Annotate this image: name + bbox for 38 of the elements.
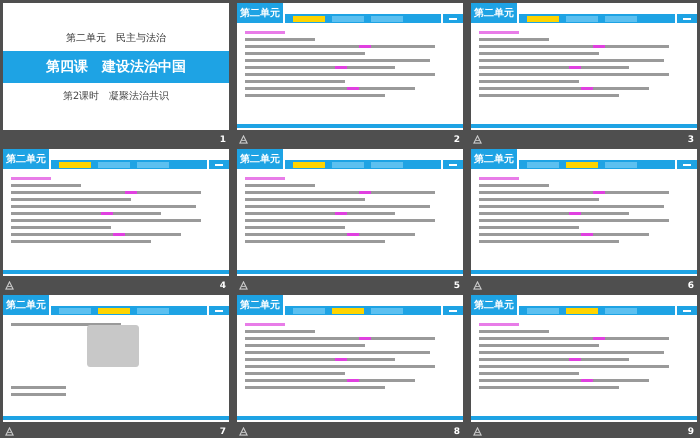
- slide-number: 5: [454, 280, 460, 290]
- slide-thumbnail[interactable]: 第二单元: [237, 295, 463, 422]
- dash-icon: [683, 18, 691, 20]
- dash-icon: [683, 164, 691, 166]
- dash-icon: [215, 164, 223, 166]
- unit-tab: 第二单元: [471, 3, 517, 23]
- slide-number: 2: [454, 134, 460, 144]
- slide-thumbnail[interactable]: 第二单元: [471, 149, 697, 276]
- slide-number: 7: [220, 426, 226, 436]
- slide-number: 6: [688, 280, 694, 290]
- dash-icon: [449, 310, 457, 312]
- dash-icon: [683, 310, 691, 312]
- illustration-placeholder: [87, 325, 139, 367]
- dash-icon: [449, 164, 457, 166]
- unit-tab: 第二单元: [237, 295, 283, 315]
- slide-thumbnail[interactable]: 第二单元: [3, 149, 229, 276]
- slide-thumbnail[interactable]: 第二单元: [237, 149, 463, 276]
- slide-subtitle: 第2课时 凝聚法治共识: [62, 90, 170, 102]
- dash-icon: [449, 18, 457, 20]
- slide-thumbnail[interactable]: 第二单元: [3, 295, 229, 422]
- unit-tab: 第二单元: [3, 295, 49, 315]
- slide-unit-title: 第二单元 民主与法治: [66, 32, 166, 44]
- slide-thumbnail[interactable]: 第二单元: [471, 295, 697, 422]
- dash-icon: [215, 310, 223, 312]
- slide-thumbnail[interactable]: 第二单元: [471, 3, 697, 130]
- unit-tab: 第二单元: [237, 149, 283, 169]
- slide-number: 8: [454, 426, 460, 436]
- slide-thumbnail[interactable]: 第二单元 民主与法治 第四课 建设法治中国 第2课时 凝聚法治共识: [3, 3, 229, 130]
- slide-number: 4: [220, 280, 226, 290]
- slide-number: 9: [688, 426, 694, 436]
- slide-thumbnail[interactable]: 第二单元: [237, 3, 463, 130]
- unit-tab: 第二单元: [471, 295, 517, 315]
- slide-number: 3: [688, 134, 694, 144]
- slide-title-band: 第四课 建设法治中国: [3, 50, 229, 82]
- unit-tab: 第二单元: [3, 149, 49, 169]
- unit-tab: 第二单元: [471, 149, 517, 169]
- slide-number: 1: [220, 134, 226, 144]
- unit-tab: 第二单元: [237, 3, 283, 23]
